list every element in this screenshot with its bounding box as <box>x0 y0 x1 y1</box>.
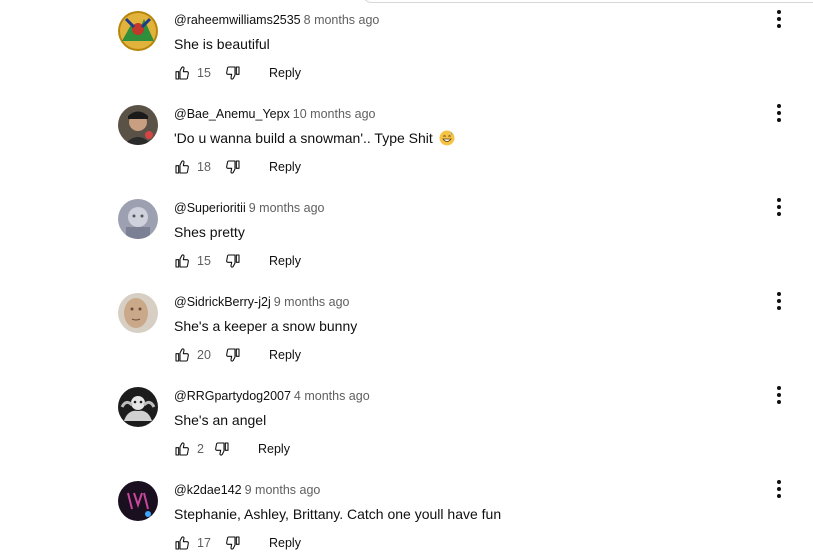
avatar-sidrickberry-icon <box>118 293 158 333</box>
thumbs-down-icon[interactable] <box>225 347 241 363</box>
avatar-rrgpartydog2007-icon <box>118 387 158 427</box>
reply-button[interactable]: Reply <box>258 442 290 456</box>
comment-text: She is beautiful <box>174 36 270 52</box>
comment-text: She's an angel <box>174 412 267 428</box>
more-actions-icon[interactable] <box>768 8 790 30</box>
comment-actions: 20 Reply <box>174 345 301 365</box>
comment-item: @RRGpartydog2007 4 months ago She's an an… <box>0 376 813 470</box>
thumbs-down-icon[interactable] <box>225 253 241 269</box>
thumbs-up-icon[interactable] <box>174 159 190 175</box>
comment-header: @Superioritii 9 months ago <box>174 200 325 216</box>
reply-button[interactable]: Reply <box>269 254 301 268</box>
reply-button[interactable]: Reply <box>269 536 301 550</box>
more-actions-icon[interactable] <box>768 102 790 124</box>
comment-author[interactable]: @k2dae142 <box>174 483 242 497</box>
comment-author[interactable]: @Superioritii <box>174 201 246 215</box>
user-avatar[interactable] <box>118 11 158 51</box>
more-actions-icon[interactable] <box>768 290 790 312</box>
comment-text: Stephanie, Ashley, Brittany. Catch one y… <box>174 506 502 522</box>
comment-actions: 15 Reply <box>174 251 301 271</box>
comment-header: @raheemwilliams2535 8 months ago <box>174 12 379 28</box>
like-count: 2 <box>197 442 204 456</box>
comment-author[interactable]: @RRGpartydog2007 <box>174 389 291 403</box>
avatar-bae-anemu-yepx-icon <box>118 105 158 145</box>
user-avatar[interactable] <box>118 293 158 333</box>
comment-text: Shes pretty <box>174 224 245 240</box>
comment-item: @Superioritii 9 months ago Shes pretty 15… <box>0 188 813 282</box>
thumbs-up-icon[interactable] <box>174 441 190 457</box>
avatar-k2dae142-icon <box>118 481 158 521</box>
comment-timestamp[interactable]: 9 months ago <box>249 201 325 215</box>
grinning-sweat-emoji-icon <box>439 130 455 146</box>
reply-button[interactable]: Reply <box>269 348 301 362</box>
comment-header: @RRGpartydog2007 4 months ago <box>174 388 370 404</box>
thumbs-down-icon[interactable] <box>225 535 241 551</box>
comment-timestamp[interactable]: 9 months ago <box>274 295 350 309</box>
comment-item: @k2dae142 9 months ago Stephanie, Ashley,… <box>0 470 813 553</box>
comment-timestamp[interactable]: 8 months ago <box>304 13 380 27</box>
user-avatar[interactable] <box>118 387 158 427</box>
like-count: 18 <box>197 160 211 174</box>
comment-actions: 15 Reply <box>174 63 301 83</box>
comment-item: @Bae_Anemu_Yepx 10 months ago 'Do u wanna… <box>0 94 813 188</box>
more-actions-icon[interactable] <box>768 384 790 406</box>
comment-author[interactable]: @Bae_Anemu_Yepx <box>174 107 290 121</box>
thumbs-down-icon[interactable] <box>225 159 241 175</box>
user-avatar[interactable] <box>118 481 158 521</box>
thumbs-down-icon[interactable] <box>225 65 241 81</box>
reply-button[interactable]: Reply <box>269 66 301 80</box>
like-count: 15 <box>197 254 211 268</box>
like-count: 20 <box>197 348 211 362</box>
comment-header: @k2dae142 9 months ago <box>174 482 320 498</box>
thumbs-up-icon[interactable] <box>174 535 190 551</box>
user-avatar[interactable] <box>118 199 158 239</box>
avatar-superioritii-icon <box>118 199 158 239</box>
like-count: 17 <box>197 536 211 550</box>
avatar-raheemwilliams2535-icon <box>118 11 158 51</box>
comment-text-row: 'Do u wanna build a snowman'.. Type Shit <box>174 128 455 148</box>
more-actions-icon[interactable] <box>768 196 790 218</box>
comment-actions: 18 Reply <box>174 157 301 177</box>
comment-header: @SidrickBerry-j2j 9 months ago <box>174 294 349 310</box>
comment-item: @raheemwilliams2535 8 months ago She is b… <box>0 0 813 94</box>
like-count: 15 <box>197 66 211 80</box>
comment-text: 'Do u wanna build a snowman'.. Type Shit <box>174 130 433 146</box>
more-actions-icon[interactable] <box>768 478 790 500</box>
comment-author[interactable]: @raheemwilliams2535 <box>174 13 301 27</box>
comment-timestamp[interactable]: 10 months ago <box>293 107 376 121</box>
comment-text: She's a keeper a snow bunny <box>174 318 358 334</box>
comment-header: @Bae_Anemu_Yepx 10 months ago <box>174 106 376 122</box>
comment-item: @SidrickBerry-j2j 9 months ago She's a ke… <box>0 282 813 376</box>
comment-actions: 17 Reply <box>174 533 301 553</box>
thumbs-up-icon[interactable] <box>174 253 190 269</box>
comment-timestamp[interactable]: 4 months ago <box>294 389 370 403</box>
comment-actions: 2 Reply <box>174 439 290 459</box>
user-avatar[interactable] <box>118 105 158 145</box>
thumbs-down-icon[interactable] <box>214 441 230 457</box>
comment-timestamp[interactable]: 9 months ago <box>245 483 321 497</box>
thumbs-up-icon[interactable] <box>174 347 190 363</box>
comments-section: @raheemwilliams2535 8 months ago She is b… <box>0 0 813 553</box>
thumbs-up-icon[interactable] <box>174 65 190 81</box>
reply-button[interactable]: Reply <box>269 160 301 174</box>
comment-author[interactable]: @SidrickBerry-j2j <box>174 295 271 309</box>
